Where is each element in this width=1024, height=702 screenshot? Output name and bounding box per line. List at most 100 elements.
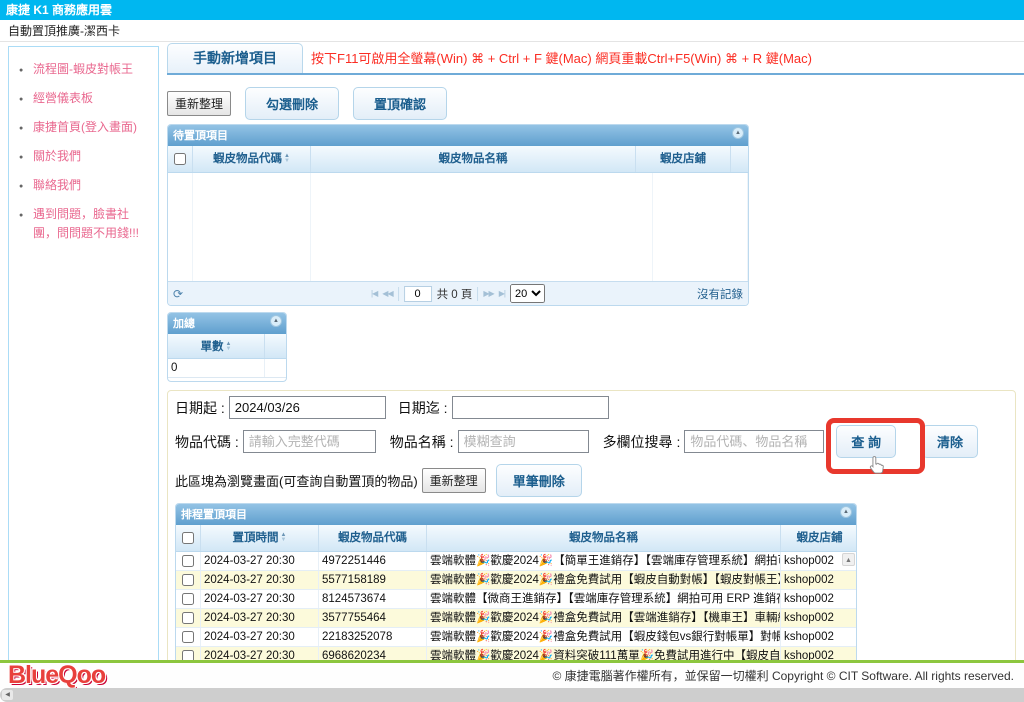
row-checkbox-cell bbox=[176, 552, 201, 570]
cell-item-name: 雲端軟體【微商王進銷存】【雲端庫存管理系統】網拍可用 ERP 進銷存 賣家經營工… bbox=[427, 590, 781, 608]
sidebar-item[interactable]: 康捷首頁(登入畫面) bbox=[19, 118, 152, 137]
sidebar: 流程圖-蝦皮對帳王 經營儀表板 康捷首頁(登入畫面) 關於我們 聯絡我們 遇到問… bbox=[8, 46, 159, 676]
prev-page-icon[interactable]: ◀◀ bbox=[382, 289, 392, 298]
sidebar-item-label[interactable]: 流程圖-蝦皮對帳王 bbox=[33, 62, 133, 76]
last-page-icon[interactable]: ▶| bbox=[499, 289, 505, 298]
app-title-bar: 康捷 K1 商務應用雲 bbox=[0, 0, 1024, 20]
collapse-icon[interactable]: ▲ bbox=[270, 315, 282, 327]
table-row[interactable]: 2024-03-27 20:30 4972251446 雲端軟體🎉歡慶2024🎉… bbox=[176, 552, 856, 571]
table-row[interactable]: 2024-03-27 20:30 8124573674 雲端軟體【微商王進銷存】… bbox=[176, 590, 856, 609]
column-count[interactable]: 單數▲▼ bbox=[168, 334, 265, 358]
cell-item-name: 雲端軟體🎉歡慶2024🎉禮盒免費試用【蝦皮自動對帳】【蝦皮對帳王】對帳工具 賣家… bbox=[427, 571, 781, 589]
pending-table-pager: ⟳ |◀ ◀◀ 共 0 頁 ▶▶ ▶| 20 沒有記錄 bbox=[168, 281, 748, 305]
check-delete-button[interactable]: 勾選刪除 bbox=[245, 87, 339, 120]
cell-pin-time: 2024-03-27 20:30 bbox=[201, 590, 319, 608]
scrollbar-spacer bbox=[731, 146, 748, 172]
table-row[interactable]: 2024-03-27 20:30 3577755464 雲端軟體🎉歡慶2024🎉… bbox=[176, 609, 856, 628]
table-row[interactable]: 2024-03-27 20:30 5577158189 雲端軟體🎉歡慶2024🎉… bbox=[176, 571, 856, 590]
column-item-name[interactable]: 蝦皮物品名稱 bbox=[311, 146, 636, 172]
horizontal-scrollbar[interactable]: ◀ bbox=[0, 688, 1024, 702]
cell-item-code: 3577755464 bbox=[319, 609, 427, 627]
next-page-icon[interactable]: ▶▶ bbox=[483, 289, 493, 298]
row-checkbox[interactable] bbox=[182, 631, 194, 643]
column-item-name[interactable]: 蝦皮物品名稱 bbox=[427, 525, 781, 551]
item-name-label: 物品名稱 : bbox=[390, 432, 454, 452]
collapse-icon[interactable]: ▲ bbox=[840, 506, 852, 518]
browse-hint-text: 此區塊為瀏覽畫面(可查詢自動置頂的物品) bbox=[175, 471, 418, 490]
column-shop[interactable]: 蝦皮店鋪 bbox=[781, 525, 857, 551]
date-from-label: 日期起 : bbox=[175, 398, 225, 418]
column-item-code[interactable]: 蝦皮物品代碼 bbox=[319, 525, 427, 551]
date-to-input[interactable] bbox=[452, 396, 609, 419]
item-name-input[interactable] bbox=[458, 430, 589, 453]
page-count-label: 共 0 頁 bbox=[437, 286, 473, 302]
column-item-code[interactable]: 蝦皮物品代碼▲▼ bbox=[193, 146, 311, 172]
item-code-input[interactable] bbox=[243, 430, 376, 453]
sum-table: 加總 ▲ 單數▲▼ 0 bbox=[167, 312, 287, 382]
tab-manual-add[interactable]: 手動新增項目 bbox=[167, 43, 303, 73]
scroll-up-icon[interactable]: ▲ bbox=[842, 553, 855, 566]
cell-item-name: 雲端軟體🎉歡慶2024🎉【簡單王進銷存】【雲端庫存管理系統】網拍可用 ERP 進… bbox=[427, 552, 781, 570]
browse-panel: 日期起 : 日期迄 : 物品代碼 : 物品名稱 : 多欄位搜尋 : 查 詢 bbox=[167, 390, 1016, 702]
clear-button[interactable]: 清除 bbox=[922, 425, 978, 458]
page-number-input[interactable] bbox=[404, 286, 432, 302]
date-to-label: 日期迄 : bbox=[398, 398, 448, 418]
row-checkbox-cell bbox=[176, 571, 201, 589]
sidebar-item-label[interactable]: 康捷首頁(登入畫面) bbox=[33, 120, 137, 134]
page-title-bar: 自動置頂推廣-潔西卡 bbox=[0, 20, 1024, 42]
table-row[interactable]: 2024-03-27 20:30 22183252078 雲端軟體🎉歡慶2024… bbox=[176, 628, 856, 647]
page-title: 自動置頂推廣-潔西卡 bbox=[8, 24, 120, 38]
app-title: 康捷 K1 商務應用雲 bbox=[6, 3, 112, 17]
schedule-table-header: 置頂時間▲▼ 蝦皮物品代碼 蝦皮物品名稱 蝦皮店鋪 bbox=[176, 525, 856, 552]
cell-pin-time: 2024-03-27 20:30 bbox=[201, 609, 319, 627]
sidebar-item-label[interactable]: 關於我們 bbox=[33, 149, 81, 163]
refresh-button[interactable]: 重新整理 bbox=[167, 91, 231, 116]
sidebar-item[interactable]: 聯絡我們 bbox=[19, 176, 152, 195]
sidebar-item[interactable]: 經營儀表板 bbox=[19, 89, 152, 108]
page-size-select[interactable]: 20 bbox=[510, 284, 545, 303]
row-checkbox[interactable] bbox=[182, 555, 194, 567]
column-pin-time[interactable]: 置頂時間▲▼ bbox=[201, 525, 319, 551]
filter-row-actions: 此區塊為瀏覽畫面(可查詢自動置頂的物品) 重新整理 單筆刪除 bbox=[175, 464, 1008, 497]
tab-row: 手動新增項目 按下F11可啟用全螢幕(Win) ⌘ + Ctrl + F 鍵(M… bbox=[167, 46, 1024, 75]
date-from-input[interactable] bbox=[229, 396, 386, 419]
first-page-icon[interactable]: |◀ bbox=[371, 289, 377, 298]
sidebar-item-label[interactable]: 聯絡我們 bbox=[33, 178, 81, 192]
pin-confirm-button[interactable]: 置頂確認 bbox=[353, 87, 447, 120]
records-status: 沒有記錄 bbox=[697, 286, 743, 302]
row-checkbox[interactable] bbox=[182, 574, 194, 586]
sidebar-item[interactable]: 關於我們 bbox=[19, 147, 152, 166]
pending-table-header: 蝦皮物品代碼▲▼ 蝦皮物品名稱 蝦皮店鋪 bbox=[168, 146, 748, 173]
content-area: 手動新增項目 按下F11可啟用全螢幕(Win) ⌘ + Ctrl + F 鍵(M… bbox=[159, 46, 1024, 676]
row-checkbox-cell bbox=[176, 590, 201, 608]
select-all-cell bbox=[168, 146, 193, 172]
sort-icon: ▲▼ bbox=[284, 154, 290, 164]
main-area: 流程圖-蝦皮對帳王 經營儀表板 康捷首頁(登入畫面) 關於我們 聯絡我們 遇到問… bbox=[0, 42, 1024, 676]
cell-item-code: 22183252078 bbox=[319, 628, 427, 646]
cell-pin-time: 2024-03-27 20:30 bbox=[201, 571, 319, 589]
toolbar-buttons: 重新整理 勾選刪除 置頂確認 bbox=[167, 88, 1024, 118]
single-delete-button[interactable]: 單筆刪除 bbox=[496, 464, 582, 497]
fullscreen-hint-text: 按下F11可啟用全螢幕(Win) ⌘ + Ctrl + F 鍵(Mac) 網頁重… bbox=[311, 48, 812, 73]
pager-refresh-icon[interactable]: ⟳ bbox=[173, 287, 183, 301]
select-all-checkbox[interactable] bbox=[182, 532, 194, 544]
sidebar-item-label[interactable]: 經營儀表板 bbox=[33, 91, 93, 105]
sidebar-item[interactable]: 流程圖-蝦皮對帳王 bbox=[19, 60, 152, 79]
search-button[interactable]: 查 詢 bbox=[836, 425, 896, 458]
sidebar-item[interactable]: 遇到問題，臉書社團，問問題不用錢!!! bbox=[19, 205, 152, 243]
row-checkbox[interactable] bbox=[182, 593, 194, 605]
collapse-icon[interactable]: ▲ bbox=[732, 127, 744, 139]
sum-table-header: 單數▲▼ bbox=[168, 334, 286, 359]
select-all-cell bbox=[176, 525, 201, 551]
scroll-left-icon[interactable]: ◀ bbox=[2, 690, 13, 700]
multi-search-input[interactable] bbox=[684, 430, 824, 453]
browse-refresh-button[interactable]: 重新整理 bbox=[422, 468, 486, 493]
select-all-checkbox[interactable] bbox=[174, 153, 186, 165]
column-shop[interactable]: 蝦皮店鋪 bbox=[636, 146, 731, 172]
pending-items-table: 待置頂項目 ▲ 蝦皮物品代碼▲▼ 蝦皮物品名稱 蝦皮店鋪 bbox=[167, 124, 749, 306]
empty-grid-columns bbox=[168, 173, 748, 281]
cell-item-name: 雲端軟體🎉歡慶2024🎉禮盒免費試用【蝦皮錢包vs銀行對帳單】對帳工具 賣家經營… bbox=[427, 628, 781, 646]
sidebar-item-label[interactable]: 遇到問題，臉書社團，問問題不用錢!!! bbox=[33, 207, 139, 240]
row-checkbox[interactable] bbox=[182, 612, 194, 624]
pending-table-caption: 待置頂項目 ▲ bbox=[168, 125, 748, 146]
